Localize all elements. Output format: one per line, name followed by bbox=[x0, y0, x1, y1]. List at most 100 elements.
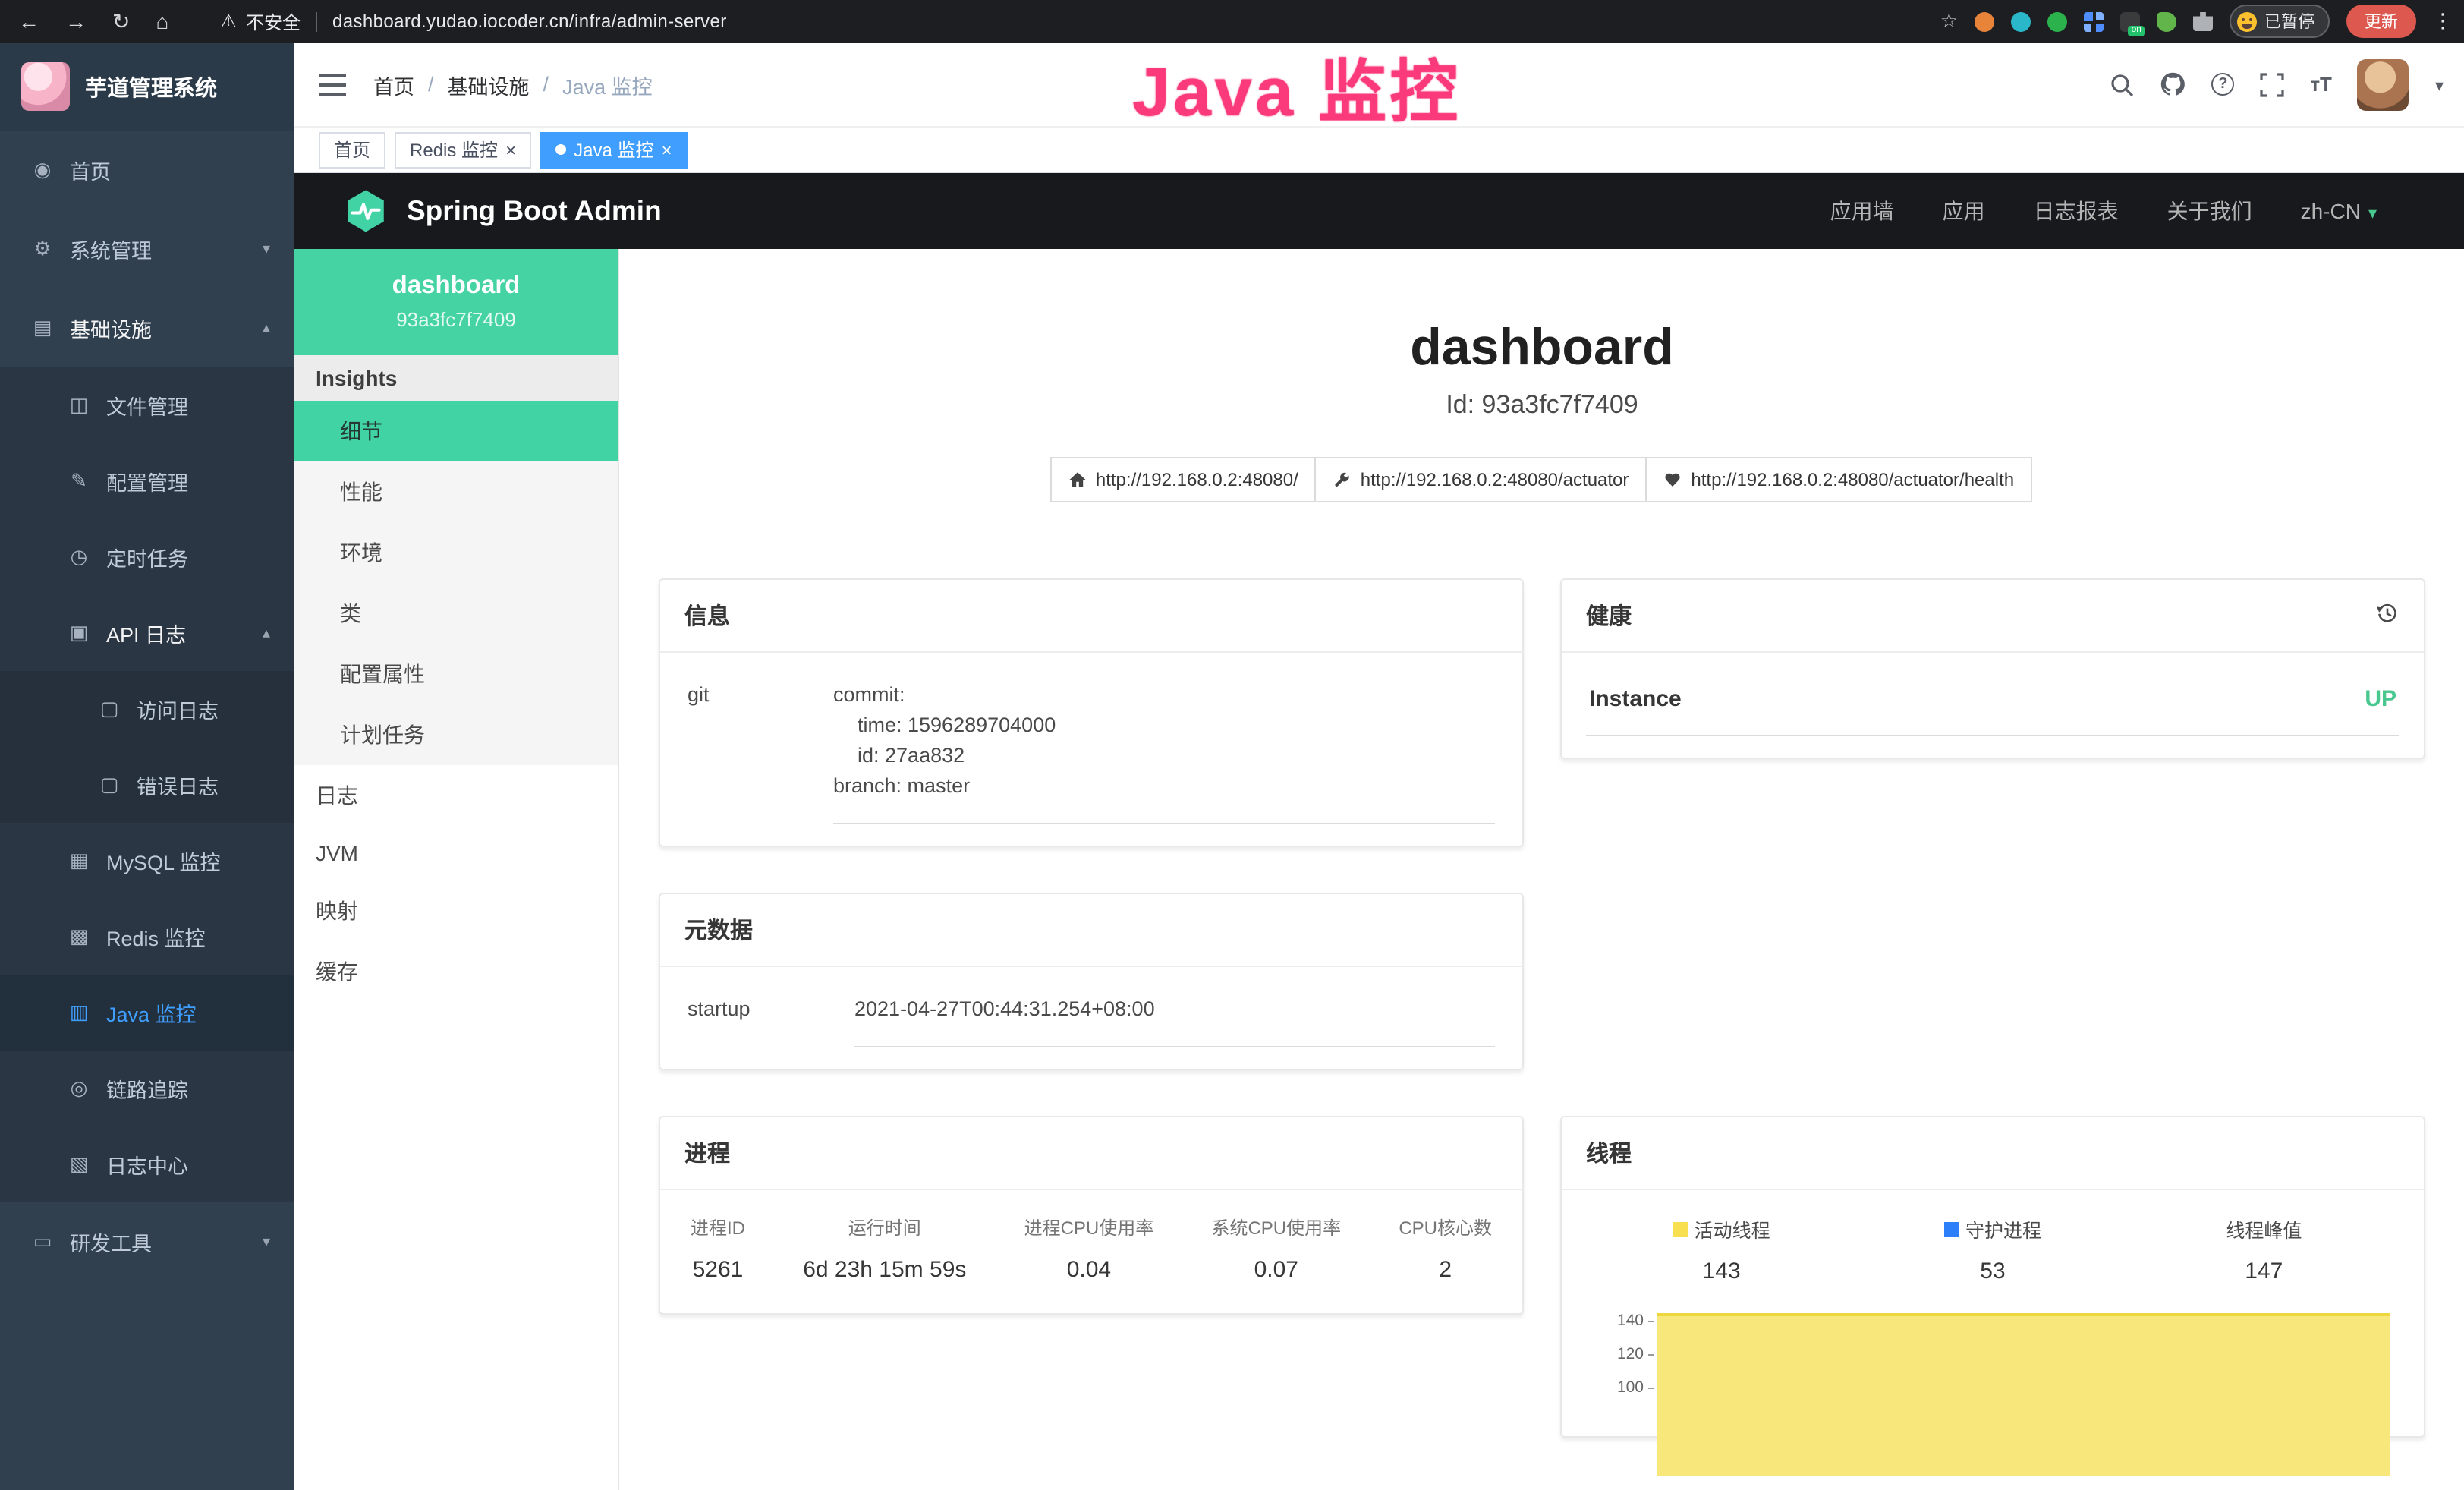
sidebar-item-system[interactable]: 系统管理 bbox=[0, 209, 294, 288]
hamburger-icon[interactable] bbox=[319, 83, 346, 86]
sba-nav-configprops[interactable]: 配置属性 bbox=[294, 644, 618, 704]
sidebar-item-file-mgmt[interactable]: 文件管理 bbox=[0, 367, 294, 443]
font-size-icon[interactable] bbox=[2310, 71, 2332, 98]
infrastructure-icon bbox=[30, 316, 55, 340]
home-icon[interactable] bbox=[156, 9, 168, 33]
sidebar-item-label: 配置管理 bbox=[106, 466, 188, 496]
sidebar-item-label: 定时任务 bbox=[106, 542, 188, 572]
axis-tick-mark bbox=[1648, 1321, 1654, 1322]
user-avatar[interactable] bbox=[2358, 58, 2409, 110]
gear-icon bbox=[30, 237, 55, 261]
sba-nav-mappings[interactable]: 映射 bbox=[294, 880, 618, 941]
service-url-link[interactable]: http://192.168.0.2:48080/ bbox=[1050, 457, 1317, 502]
search-icon[interactable] bbox=[2110, 72, 2134, 96]
sidebar-item-java-monitor[interactable]: Java 监控 bbox=[0, 975, 294, 1051]
sba-nav-classes[interactable]: 类 bbox=[294, 583, 618, 644]
legend-item-live: 活动线程 143 bbox=[1586, 1214, 1857, 1284]
sba-menu-wall[interactable]: 应用墙 bbox=[1830, 196, 1894, 226]
divider bbox=[316, 11, 317, 31]
card-title: 进程 bbox=[684, 1137, 730, 1169]
locale-select[interactable]: zh-CN bbox=[2301, 199, 2377, 223]
sba-nav-jvm[interactable]: JVM bbox=[294, 826, 618, 880]
breadcrumb-home[interactable]: 首页 bbox=[373, 69, 414, 99]
sidebar-item-api-logs[interactable]: API 日志 bbox=[0, 595, 294, 671]
fullscreen-icon[interactable] bbox=[2260, 72, 2284, 96]
sidebar-item-redis-monitor[interactable]: Redis 监控 bbox=[0, 899, 294, 975]
api-log-icon bbox=[67, 621, 91, 645]
sba-menu-journal[interactable]: 日志报表 bbox=[2034, 196, 2119, 226]
sidebar-item-mysql-monitor[interactable]: MySQL 监控 bbox=[0, 823, 294, 899]
actuator-url-link[interactable]: http://192.168.0.2:48080/actuator bbox=[1315, 457, 1647, 502]
extension-orange-icon[interactable] bbox=[1975, 11, 1994, 31]
help-icon[interactable] bbox=[2211, 73, 2234, 96]
process-col-label: 系统CPU使用率 bbox=[1211, 1214, 1341, 1240]
sba-nav-details[interactable]: 细节 bbox=[294, 401, 618, 461]
close-icon[interactable] bbox=[661, 139, 672, 160]
sidebar-item-access-logs[interactable]: 访问日志 bbox=[0, 671, 294, 747]
reload-icon[interactable] bbox=[112, 8, 130, 34]
extension-proxy-on-icon[interactable] bbox=[2120, 11, 2140, 31]
heartbeat-icon bbox=[1663, 471, 1682, 489]
extensions-puzzle-icon[interactable] bbox=[2193, 11, 2213, 31]
extension-teal-icon[interactable] bbox=[2011, 11, 2031, 31]
timer-icon bbox=[67, 545, 91, 569]
address-bar[interactable]: dashboard.yudao.iocoder.cn/infra/admin-s… bbox=[332, 11, 727, 32]
app-logo[interactable]: 芋道管理系统 bbox=[0, 43, 294, 131]
breadcrumb-section[interactable]: 基础设施 bbox=[448, 69, 530, 99]
log-center-icon bbox=[67, 1152, 91, 1177]
sba-nav-scheduled-tasks[interactable]: 计划任务 bbox=[294, 704, 618, 765]
sidebar-item-config-mgmt[interactable]: 配置管理 bbox=[0, 443, 294, 519]
forward-icon[interactable] bbox=[65, 9, 87, 33]
chevron-down-icon bbox=[263, 1233, 270, 1250]
health-instance-label: Instance bbox=[1589, 686, 1682, 712]
sba-nav-environment[interactable]: 环境 bbox=[294, 522, 618, 583]
extension-grid-icon[interactable] bbox=[2084, 11, 2104, 31]
security-chip[interactable]: 不安全 bbox=[220, 8, 301, 34]
update-button[interactable]: 更新 bbox=[2346, 5, 2416, 38]
sidebar-item-trace[interactable]: 链路追踪 bbox=[0, 1051, 294, 1126]
link-label: http://192.168.0.2:48080/actuator/health bbox=[1691, 469, 2014, 490]
sba-nav-logs[interactable]: 日志 bbox=[294, 765, 618, 826]
card-title: 线程 bbox=[1586, 1137, 1632, 1169]
app-title: 芋道管理系统 bbox=[85, 71, 217, 102]
avatar-caret-icon[interactable] bbox=[2435, 71, 2444, 98]
sidebar-item-dev-tools[interactable]: 研发工具 bbox=[0, 1202, 294, 1281]
sidebar-item-label: 日志中心 bbox=[106, 1149, 188, 1180]
page-subtitle: Id: 93a3fc7f7409 bbox=[619, 390, 2464, 421]
tab-java-monitor[interactable]: Java 监控 bbox=[540, 131, 687, 168]
sidebar-item-scheduled-jobs[interactable]: 定时任务 bbox=[0, 519, 294, 595]
close-icon[interactable] bbox=[505, 139, 516, 160]
back-icon[interactable] bbox=[18, 9, 39, 33]
threads-card: 线程 活动线程 143 守护进程 bbox=[1560, 1116, 2425, 1438]
process-col: 进程ID 5261 bbox=[691, 1214, 745, 1283]
extension-green-icon[interactable] bbox=[2047, 11, 2067, 31]
sidebar-item-label: 错误日志 bbox=[137, 770, 219, 800]
instance-header[interactable]: dashboard 93a3fc7f7409 bbox=[294, 249, 618, 355]
git-branch: branch: master bbox=[833, 771, 1495, 802]
instance-id: 93a3fc7f7409 bbox=[307, 308, 606, 331]
sba-nav-metrics[interactable]: 性能 bbox=[294, 461, 618, 522]
sba-menu-about[interactable]: 关于我们 bbox=[2167, 196, 2252, 226]
history-icon[interactable] bbox=[2375, 600, 2399, 631]
tab-home[interactable]: 首页 bbox=[319, 131, 385, 168]
profile-paused-chip[interactable]: 已暂停 bbox=[2230, 5, 2330, 38]
sba-logo-icon[interactable] bbox=[343, 188, 389, 234]
status-badge: UP bbox=[2365, 686, 2396, 712]
sidebar-item-log-center[interactable]: 日志中心 bbox=[0, 1126, 294, 1202]
browser-menu-icon[interactable] bbox=[2433, 9, 2453, 33]
sba-header: Spring Boot Admin 应用墙 应用 日志报表 关于我们 zh-CN bbox=[294, 173, 2464, 249]
sba-nav-caches[interactable]: 缓存 bbox=[294, 941, 618, 1002]
sba-menu-applications[interactable]: 应用 bbox=[1943, 196, 1985, 226]
sidebar-item-error-logs[interactable]: 错误日志 bbox=[0, 747, 294, 823]
github-icon[interactable] bbox=[2160, 71, 2186, 97]
card-title: 信息 bbox=[684, 600, 730, 632]
bookmark-star-icon[interactable] bbox=[1940, 9, 1958, 33]
extension-leaf-icon[interactable] bbox=[2157, 11, 2176, 31]
sidebar-item-infra[interactable]: 基础设施 bbox=[0, 288, 294, 367]
sidebar-item-home[interactable]: 首页 bbox=[0, 131, 294, 209]
process-col-value: 0.07 bbox=[1211, 1257, 1341, 1283]
sidebar-item-label: MySQL 监控 bbox=[106, 846, 221, 876]
health-url-link[interactable]: http://192.168.0.2:48080/actuator/health bbox=[1645, 457, 2032, 502]
page-title: dashboard bbox=[619, 319, 2464, 378]
tab-redis-monitor[interactable]: Redis 监控 bbox=[395, 131, 531, 168]
